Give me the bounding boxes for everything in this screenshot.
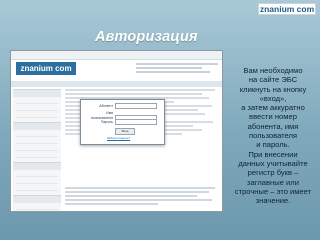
subscriber-row: Абонент — [85, 103, 157, 109]
login-dialog: Абонент Имя пользователя Пароль Вход Заб… — [80, 99, 165, 145]
password-row: Пароль — [85, 119, 157, 125]
sidebar-section-head — [13, 162, 61, 170]
password-input[interactable] — [115, 119, 157, 125]
sidebar-item — [16, 139, 58, 144]
site-menu-bar — [11, 81, 222, 87]
sidebar-item — [16, 106, 58, 111]
znanium-logo: znanium com — [258, 3, 316, 15]
instruction-text: Вам необходимо на сайте ЭБС кликнуть на … — [232, 66, 314, 205]
instruction-line: заглавные или — [247, 177, 299, 187]
instruction-line: абонента, имя — [247, 121, 299, 131]
login-button[interactable]: Вход — [115, 128, 135, 135]
forgot-password-link[interactable]: Забыли пароль? — [107, 136, 130, 140]
subscriber-input[interactable] — [115, 103, 157, 109]
instruction-line: и пароль. — [256, 140, 290, 150]
sidebar-item — [16, 113, 58, 118]
site-brand-logo: znanium com — [16, 62, 76, 75]
site-sidebar — [13, 89, 61, 211]
username-row: Имя пользователя — [85, 111, 157, 122]
instruction-line: кликнуть на кнопку — [239, 84, 307, 94]
sidebar-item — [16, 172, 58, 177]
sidebar-item — [16, 186, 58, 191]
sidebar-section-head — [13, 89, 61, 97]
site-top-bar — [11, 51, 222, 60]
sidebar-section-head — [13, 122, 61, 130]
sidebar-section-head — [13, 195, 61, 203]
subscriber-label: Абонент — [99, 103, 113, 108]
sidebar-item — [16, 179, 58, 184]
site-bottom-text — [65, 187, 220, 207]
slide-title: Авторизация — [95, 29, 198, 45]
sidebar-item — [16, 205, 58, 210]
instruction-line: Вам необходимо — [243, 66, 303, 75]
sidebar-item — [16, 153, 58, 158]
instruction-line: данных учитывайте — [238, 158, 308, 168]
instruction-line: строчные – это имеет — [234, 186, 312, 196]
instruction-line: «вход», — [259, 93, 287, 103]
instruction-line: а затем аккуратно — [241, 103, 305, 113]
sidebar-item — [16, 99, 58, 104]
instruction-line: ввести номер — [249, 112, 297, 122]
site-header-info — [136, 63, 218, 78]
instruction-line: При внесении — [248, 149, 298, 159]
password-label: Пароль — [100, 119, 113, 124]
instruction-line: значение. — [255, 196, 291, 206]
sidebar-item — [16, 146, 58, 151]
instruction-line: на сайте ЭБС — [248, 75, 298, 85]
instruction-line: регистр букв – — [247, 168, 299, 178]
sidebar-item — [16, 132, 58, 137]
instruction-line: пользователя — [248, 131, 298, 141]
